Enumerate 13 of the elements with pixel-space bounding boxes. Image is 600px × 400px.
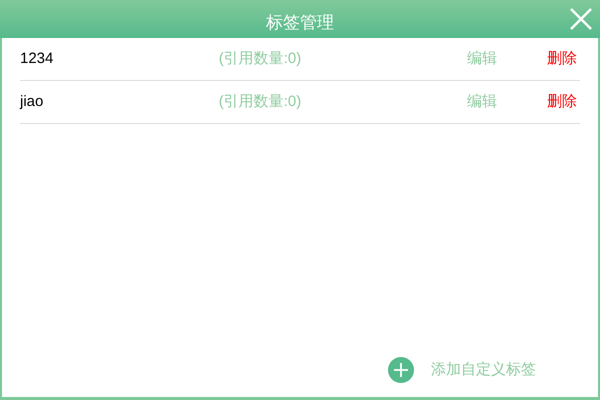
edit-link[interactable]: 编辑: [464, 48, 500, 70]
reference-count: (引用数量:0): [218, 48, 302, 69]
close-button[interactable]: [568, 6, 594, 32]
delete-link[interactable]: 删除: [544, 90, 580, 114]
add-tag-button[interactable]: 添加自定义标签: [388, 357, 536, 383]
tag-name: jiao: [20, 92, 44, 112]
window-title: 标签管理: [266, 12, 334, 34]
tag-name: 1234: [20, 48, 54, 69]
edit-link[interactable]: 编辑: [464, 90, 500, 114]
delete-link[interactable]: 删除: [544, 48, 580, 70]
plus-icon: [388, 357, 414, 383]
close-icon: [568, 6, 594, 32]
reference-count: (引用数量:0): [218, 92, 302, 112]
